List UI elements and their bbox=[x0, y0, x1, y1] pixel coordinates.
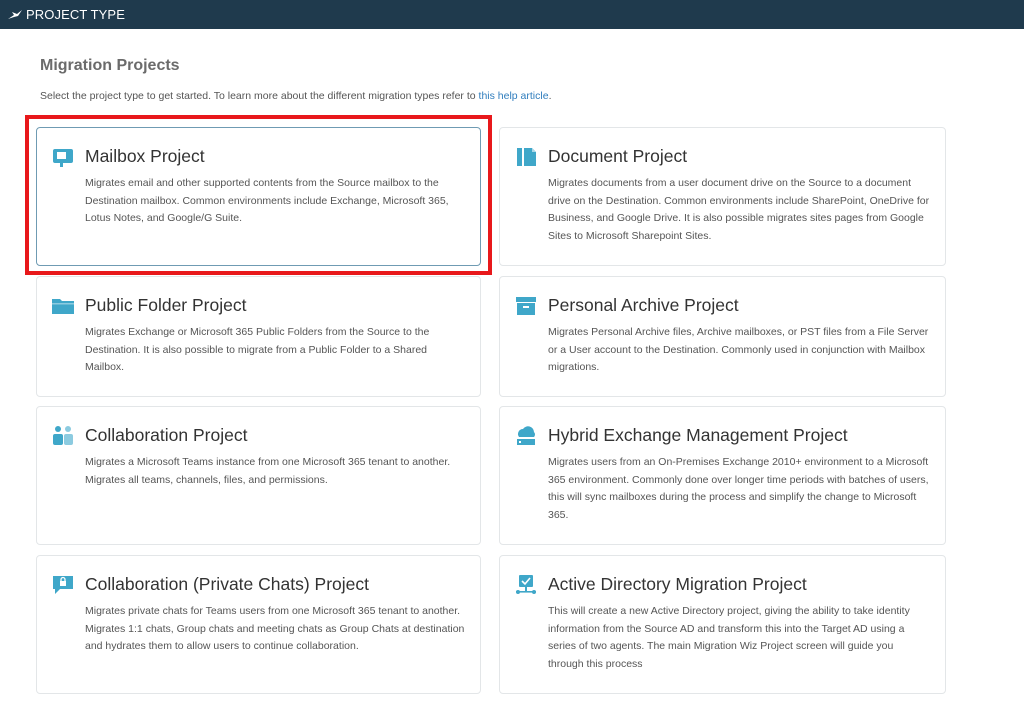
page-subtitle: Select the project type to get started. … bbox=[40, 90, 552, 102]
document-icon bbox=[514, 146, 538, 168]
collaboration-project-card[interactable]: Collaboration Project Migrates a Microso… bbox=[36, 406, 481, 545]
card-title: Mailbox Project bbox=[85, 146, 205, 166]
archive-icon bbox=[514, 295, 538, 317]
card-title: Public Folder Project bbox=[85, 295, 247, 315]
page-type-title: PROJECT TYPE bbox=[26, 7, 125, 22]
card-title: Personal Archive Project bbox=[548, 295, 739, 315]
help-article-link[interactable]: this help article bbox=[479, 90, 549, 102]
private-chat-icon bbox=[51, 574, 75, 596]
card-description: Migrates private chats for Teams users f… bbox=[85, 605, 465, 652]
card-title: Document Project bbox=[548, 146, 688, 166]
bird-logo-icon bbox=[8, 9, 22, 20]
subtitle-end: . bbox=[548, 90, 552, 102]
card-description: Migrates documents from a user document … bbox=[548, 177, 930, 242]
active-directory-project-card[interactable]: Active Directory Migration Project This … bbox=[499, 555, 946, 694]
card-title: Hybrid Exchange Management Project bbox=[548, 425, 848, 445]
top-bar: PROJECT TYPE bbox=[0, 0, 1024, 29]
card-title: Collaboration Project bbox=[85, 425, 248, 445]
subtitle-text: Select the project type to get started. … bbox=[40, 90, 476, 102]
directory-network-icon bbox=[514, 574, 538, 596]
public-folder-project-card[interactable]: Public Folder Project Migrates Exchange … bbox=[36, 276, 481, 397]
users-icon bbox=[51, 425, 75, 447]
card-description: Migrates email and other supported conte… bbox=[85, 177, 449, 224]
hybrid-exchange-project-card[interactable]: Hybrid Exchange Management Project Migra… bbox=[499, 406, 946, 545]
card-description: Migrates Exchange or Microsoft 365 Publi… bbox=[85, 326, 430, 373]
card-description: Migrates Personal Archive files, Archive… bbox=[548, 326, 929, 373]
cloud-server-icon bbox=[514, 425, 538, 447]
document-project-card[interactable]: Document Project Migrates documents from… bbox=[499, 127, 946, 266]
personal-archive-project-card[interactable]: Personal Archive Project Migrates Person… bbox=[499, 276, 946, 397]
mailbox-icon bbox=[51, 146, 75, 168]
folder-icon bbox=[51, 295, 75, 317]
page-title: Migration Projects bbox=[40, 57, 180, 74]
card-title: Collaboration (Private Chats) Project bbox=[85, 574, 370, 594]
card-description: Migrates users from an On-Premises Excha… bbox=[548, 456, 929, 521]
card-title: Active Directory Migration Project bbox=[548, 574, 807, 594]
mailbox-project-card[interactable]: Mailbox Project Migrates email and other… bbox=[36, 127, 481, 266]
card-description: This will create a new Active Directory … bbox=[548, 605, 910, 670]
card-description: Migrates a Microsoft Teams instance from… bbox=[85, 456, 451, 486]
private-chats-project-card[interactable]: Collaboration (Private Chats) Project Mi… bbox=[36, 555, 481, 694]
